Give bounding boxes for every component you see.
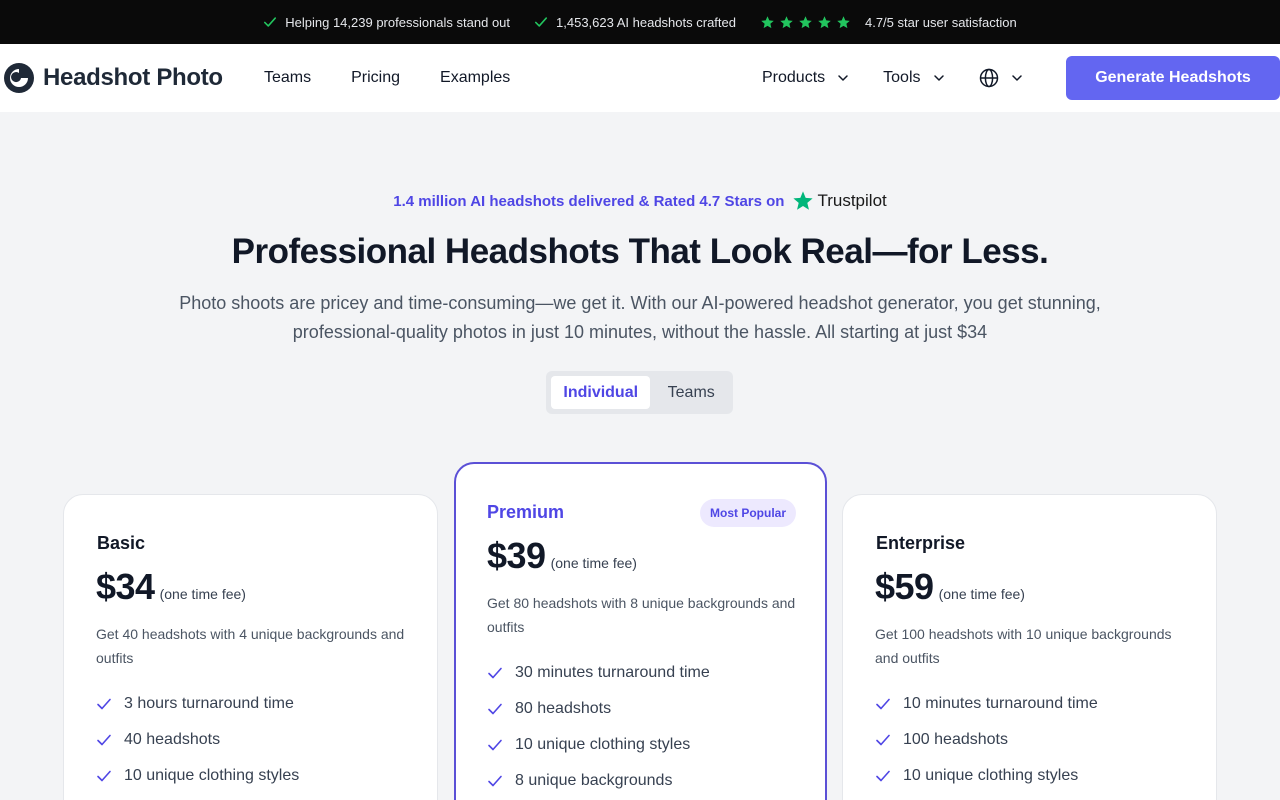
nav-link-pricing[interactable]: Pricing xyxy=(351,69,400,87)
plan-features: 30 minutes turnaround time 80 headshots … xyxy=(487,655,710,799)
nav-link-examples[interactable]: Examples xyxy=(440,69,510,87)
check-icon xyxy=(876,734,890,746)
check-icon xyxy=(534,17,548,27)
plan-price: $39 xyxy=(487,535,546,576)
plan-fee: (one time fee) xyxy=(550,555,637,571)
products-label: Products xyxy=(762,69,826,86)
feature-item: 10 minutes turnaround time xyxy=(875,686,1098,722)
check-icon xyxy=(488,775,502,787)
plan-description: Get 100 headshots with 10 unique backgro… xyxy=(875,626,1172,666)
generate-headshots-button[interactable]: Generate Headshots xyxy=(1066,56,1280,100)
feature-item: 10 unique clothing styles xyxy=(875,758,1098,794)
announcement-item-rating: 4.7/5 star user satisfaction xyxy=(760,15,1017,30)
brand-logo[interactable]: Headshot Photo xyxy=(3,62,223,94)
toggle-individual[interactable]: Individual xyxy=(551,376,651,409)
rating-text: 1.4 million AI headshots delivered & Rat… xyxy=(393,192,785,210)
products-dropdown[interactable]: Products xyxy=(762,69,849,87)
announcement-item-headshots: 1,453,623 AI headshots crafted xyxy=(534,15,736,30)
chevron-down-icon xyxy=(933,75,944,81)
trustpilot-star-icon xyxy=(793,191,814,210)
feature-item: 10 unique clothing styles xyxy=(96,758,299,794)
plan-fee: (one time fee) xyxy=(938,586,1025,602)
language-dropdown[interactable] xyxy=(979,68,1023,88)
feature-text: 10 unique clothing styles xyxy=(124,767,300,784)
toggle-teams[interactable]: Teams xyxy=(654,376,728,409)
plan-price-row: $59 (one time fee) xyxy=(875,566,1025,608)
chevron-down-icon xyxy=(1011,75,1022,81)
plan-name: Basic xyxy=(97,533,146,553)
feature-item: 30 minutes turnaround time xyxy=(487,655,710,691)
announcement-text: 4.7/5 star user satisfaction xyxy=(864,14,1017,30)
check-icon xyxy=(97,770,111,782)
tools-dropdown[interactable]: Tools xyxy=(883,69,944,87)
check-icon xyxy=(97,734,111,746)
feature-text: 10 unique clothing styles xyxy=(515,736,691,753)
star-icon xyxy=(761,15,774,28)
chevron-down-icon xyxy=(838,75,848,81)
announcement-bar: Helping 14,239 professionals stand out 1… xyxy=(0,0,1280,44)
star-icon xyxy=(818,15,831,28)
plan-name: Premium xyxy=(487,502,565,522)
brand-name: Headshot Photo xyxy=(43,64,223,91)
nav-link-teams[interactable]: Teams xyxy=(264,69,311,87)
feature-item: 8 unique backgrounds xyxy=(487,763,710,799)
feature-text: 10 minutes turnaround time xyxy=(903,695,1098,712)
plan-price-row: $39 (one time fee) xyxy=(487,535,637,577)
announcement-text: Helping 14,239 professionals stand out xyxy=(285,14,511,30)
feature-text: 3 hours turnaround time xyxy=(124,695,294,712)
feature-text: 100 headshots xyxy=(903,731,1008,748)
rating-stars xyxy=(760,15,851,30)
tools-label: Tools xyxy=(883,69,921,86)
logo-icon xyxy=(4,63,34,93)
check-icon xyxy=(876,698,890,710)
announcement-text: 1,453,623 AI headshots crafted xyxy=(556,14,736,30)
plan-name: Enterprise xyxy=(876,533,966,553)
globe-icon xyxy=(979,68,998,88)
check-icon xyxy=(488,739,502,751)
plan-price: $59 xyxy=(875,566,934,607)
feature-text: 10 unique clothing styles xyxy=(903,767,1079,784)
rating-banner: 1.4 million AI headshots delivered & Rat… xyxy=(0,190,1280,212)
plan-type-toggle: Individual Teams xyxy=(546,371,733,414)
star-icon xyxy=(780,15,793,28)
feature-item: 80 headshots xyxy=(487,691,710,727)
plan-description: Get 40 headshots with 4 unique backgroun… xyxy=(96,626,405,666)
trustpilot-label: Trustpilot xyxy=(817,191,887,210)
feature-text: 80 headshots xyxy=(515,700,612,717)
feature-item: 100 headshots xyxy=(875,722,1098,758)
feature-text: 8 unique backgrounds xyxy=(515,772,673,789)
feature-text: 40 headshots xyxy=(124,731,221,748)
trustpilot-logo[interactable]: Trustpilot xyxy=(792,190,887,212)
check-icon xyxy=(97,698,111,710)
check-icon xyxy=(488,667,502,679)
nav-links: Teams Pricing Examples xyxy=(264,44,510,112)
plan-fee: (one time fee) xyxy=(159,586,246,602)
announcement-item-professionals: Helping 14,239 professionals stand out xyxy=(263,15,510,30)
feature-item: 40 headshots xyxy=(96,722,299,758)
plan-features: 10 minutes turnaround time 100 headshots… xyxy=(875,686,1098,794)
check-icon xyxy=(264,17,277,27)
main-nav: Headshot Photo Teams Pricing Examples Pr… xyxy=(0,44,1280,112)
page-title: Professional Headshots That Look Real—fo… xyxy=(231,232,1049,271)
plan-card-enterprise: Enterprise $59 (one time fee) Get 100 he… xyxy=(842,494,1217,800)
feature-text: 30 minutes turnaround time xyxy=(515,664,710,681)
star-icon xyxy=(799,15,812,28)
star-icon xyxy=(837,15,850,28)
plan-price: $34 xyxy=(96,566,155,607)
feature-item: 10 unique clothing styles xyxy=(487,727,710,763)
plan-description: Get 80 headshots with 8 unique backgroun… xyxy=(487,595,796,635)
most-popular-badge: Most Popular xyxy=(700,499,797,527)
check-icon xyxy=(488,703,502,715)
feature-item: 3 hours turnaround time xyxy=(96,686,299,722)
plan-card-basic: Basic $34 (one time fee) Get 40 headshot… xyxy=(63,494,438,800)
plan-card-premium: Premium Most Popular $39 (one time fee) … xyxy=(454,462,827,800)
nav-right: Products Tools xyxy=(762,44,1023,112)
page-subtitle: Photo shoots are pricey and time-consumi… xyxy=(179,293,1101,342)
plan-price-row: $34 (one time fee) xyxy=(96,566,246,608)
plan-features: 3 hours turnaround time 40 headshots 10 … xyxy=(96,686,299,794)
check-icon xyxy=(876,770,890,782)
